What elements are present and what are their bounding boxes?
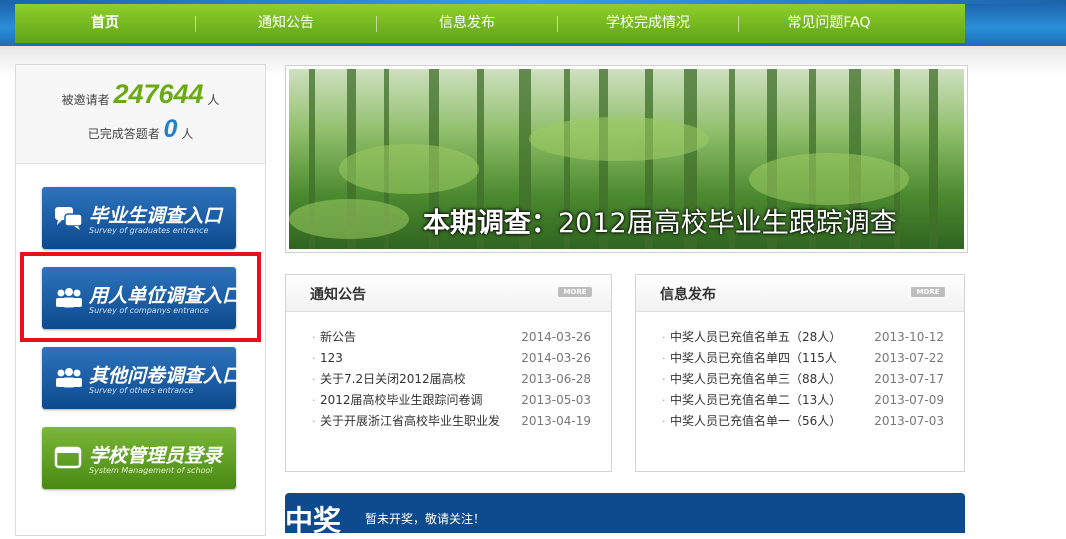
notice-item-date: 2013-04-19 xyxy=(521,414,591,428)
other-survey-entry-subtitle: Survey of others entrance xyxy=(89,386,194,395)
notice-item-title[interactable]: 2012届高校毕业生跟踪问卷调 xyxy=(320,390,483,411)
notice-item-title[interactable]: 关于7.2日关闭2012届高校 xyxy=(320,369,466,390)
list-item[interactable]: · 2012届高校毕业生跟踪问卷调 2013-05-03 xyxy=(286,390,611,411)
invited-stat: 被邀请者 247644 人 xyxy=(16,79,265,110)
info-panel: 信息发布 MORE · 中奖人员已充值名单五（28人） 2013-10-12 · 中奖… xyxy=(635,274,965,472)
notice-item-date: 2014-03-26 xyxy=(521,351,591,365)
info-item-date: 2013-07-03 xyxy=(874,414,944,428)
info-item-date: 2013-07-09 xyxy=(874,393,944,407)
info-item-date: 2013-07-22 xyxy=(874,351,944,365)
info-more-button[interactable]: MORE xyxy=(911,287,945,297)
notice-item-date: 2014-03-26 xyxy=(521,330,591,344)
bullet-icon: · xyxy=(662,373,666,386)
notice-more-button[interactable]: MORE xyxy=(558,287,592,297)
bullet-icon: · xyxy=(312,331,316,344)
list-item[interactable]: · 关于7.2日关闭2012届高校 2013-06-28 xyxy=(286,369,611,390)
graduate-survey-entry-button[interactable]: 毕业生调查入口 Survey of graduates entrance xyxy=(42,187,236,249)
bullet-icon: · xyxy=(312,373,316,386)
window-icon xyxy=(54,446,82,469)
bamboo-forest-image: 本期调查：2012届高校毕业生跟踪调查 xyxy=(289,69,964,249)
notice-panel: 通知公告 MORE · 新公告 2014-03-26 · 123 2014-03-26 … xyxy=(285,274,612,472)
graduate-survey-entry-title: 毕业生调查入口 xyxy=(89,205,223,227)
notice-item-title[interactable]: 123 xyxy=(320,348,343,369)
list-item[interactable]: · 中奖人员已充值名单四（115人 2013-07-22 xyxy=(636,348,964,369)
notice-panel-header: 通知公告 MORE xyxy=(286,275,611,312)
notice-item-date: 2013-06-28 xyxy=(521,372,591,386)
school-admin-login-button[interactable]: 学校管理员登录 System Management of school xyxy=(42,427,236,489)
list-item[interactable]: · 中奖人员已充值名单一（56人） 2013-07-03 xyxy=(636,411,964,432)
invited-unit: 人 xyxy=(207,93,220,107)
list-item[interactable]: · 中奖人员已充值名单五（28人） 2013-10-12 xyxy=(636,327,964,348)
bullet-icon: · xyxy=(312,394,316,407)
info-item-date: 2013-07-17 xyxy=(874,372,944,386)
school-admin-login-subtitle: System Management of school xyxy=(89,466,213,475)
notice-item-date: 2013-05-03 xyxy=(521,393,591,407)
completed-label: 已完成答题者 xyxy=(87,127,160,141)
list-item[interactable]: · 关于开展浙江省高校毕业生职业发 2013-04-19 xyxy=(286,411,611,432)
other-survey-entry-button[interactable]: 其他问卷调查入口 Survey of others entrance xyxy=(42,347,241,409)
info-item-title[interactable]: 中奖人员已充值名单一（56人） xyxy=(670,411,841,432)
nav-school-completion[interactable]: 学校完成情况 xyxy=(558,4,738,43)
info-item-title[interactable]: 中奖人员已充值名单四（115人 xyxy=(670,348,837,369)
prize-title: 中奖 xyxy=(285,504,342,537)
bullet-icon: · xyxy=(662,394,666,407)
bullet-icon: · xyxy=(662,415,666,428)
highlight-box xyxy=(20,252,261,342)
notice-item-title[interactable]: 关于开展浙江省高校毕业生职业发 xyxy=(320,411,500,432)
nav-notices[interactable]: 通知公告 xyxy=(196,4,376,43)
prize-section: 中奖 暂未开奖，敬请关注！ xyxy=(285,493,965,537)
other-survey-entry-title: 其他问卷调查入口 xyxy=(89,365,242,387)
bullet-icon: · xyxy=(312,352,316,365)
people-group-icon xyxy=(56,368,82,388)
info-panel-title: 信息发布 xyxy=(660,287,716,303)
prize-note: 暂未开奖，敬请关注！ xyxy=(365,512,486,526)
chat-bubbles-icon xyxy=(55,207,83,230)
nav-info[interactable]: 信息发布 xyxy=(377,4,557,43)
participation-stats: 被邀请者 247644 人 已完成答题者 0 人 xyxy=(16,65,265,164)
nav-home[interactable]: 首页 xyxy=(15,4,195,43)
banner-caption-title: 2012届高校毕业生跟踪调查 xyxy=(558,208,897,239)
invited-count: 247644 xyxy=(113,79,204,109)
bullet-icon: · xyxy=(662,331,666,344)
notice-panel-title: 通知公告 xyxy=(310,287,366,303)
info-item-title[interactable]: 中奖人员已充值名单五（28人） xyxy=(670,327,841,348)
survey-banner[interactable]: 本期调查：2012届高校毕业生跟踪调查 xyxy=(285,65,968,253)
main-navigation: 首页 通知公告 信息发布 学校完成情况 常见问题FAQ xyxy=(15,4,965,43)
info-item-title[interactable]: 中奖人员已充值名单二（13人） xyxy=(670,390,841,411)
list-item[interactable]: · 中奖人员已充值名单二（13人） 2013-07-09 xyxy=(636,390,964,411)
completed-count: 0 xyxy=(163,115,178,143)
bullet-icon: · xyxy=(662,352,666,365)
info-panel-header: 信息发布 MORE xyxy=(636,275,964,312)
notice-item-title[interactable]: 新公告 xyxy=(320,327,356,348)
list-item[interactable]: · 123 2014-03-26 xyxy=(286,348,611,369)
list-item[interactable]: · 新公告 2014-03-26 xyxy=(286,327,611,348)
list-item[interactable]: · 中奖人员已充值名单三（88人） 2013-07-17 xyxy=(636,369,964,390)
nav-faq[interactable]: 常见问题FAQ xyxy=(739,4,919,43)
invited-label: 被邀请者 xyxy=(61,93,110,107)
info-item-date: 2013-10-12 xyxy=(874,330,944,344)
notice-list: · 新公告 2014-03-26 · 123 2014-03-26 · 关于7.2日关闭2… xyxy=(286,327,611,432)
completed-stat: 已完成答题者 0 人 xyxy=(16,115,265,144)
bullet-icon: · xyxy=(312,415,316,428)
school-admin-login-title: 学校管理员登录 xyxy=(89,445,223,467)
info-list: · 中奖人员已充值名单五（28人） 2013-10-12 · 中奖人员已充值名单四（1… xyxy=(636,327,964,432)
completed-unit: 人 xyxy=(181,127,194,141)
info-item-title[interactable]: 中奖人员已充值名单三（88人） xyxy=(670,369,841,390)
banner-caption-prefix: 本期调查： xyxy=(423,208,558,239)
banner-caption: 本期调查：2012届高校毕业生跟踪调查 xyxy=(423,201,897,240)
graduate-survey-entry-subtitle: Survey of graduates entrance xyxy=(89,226,209,235)
